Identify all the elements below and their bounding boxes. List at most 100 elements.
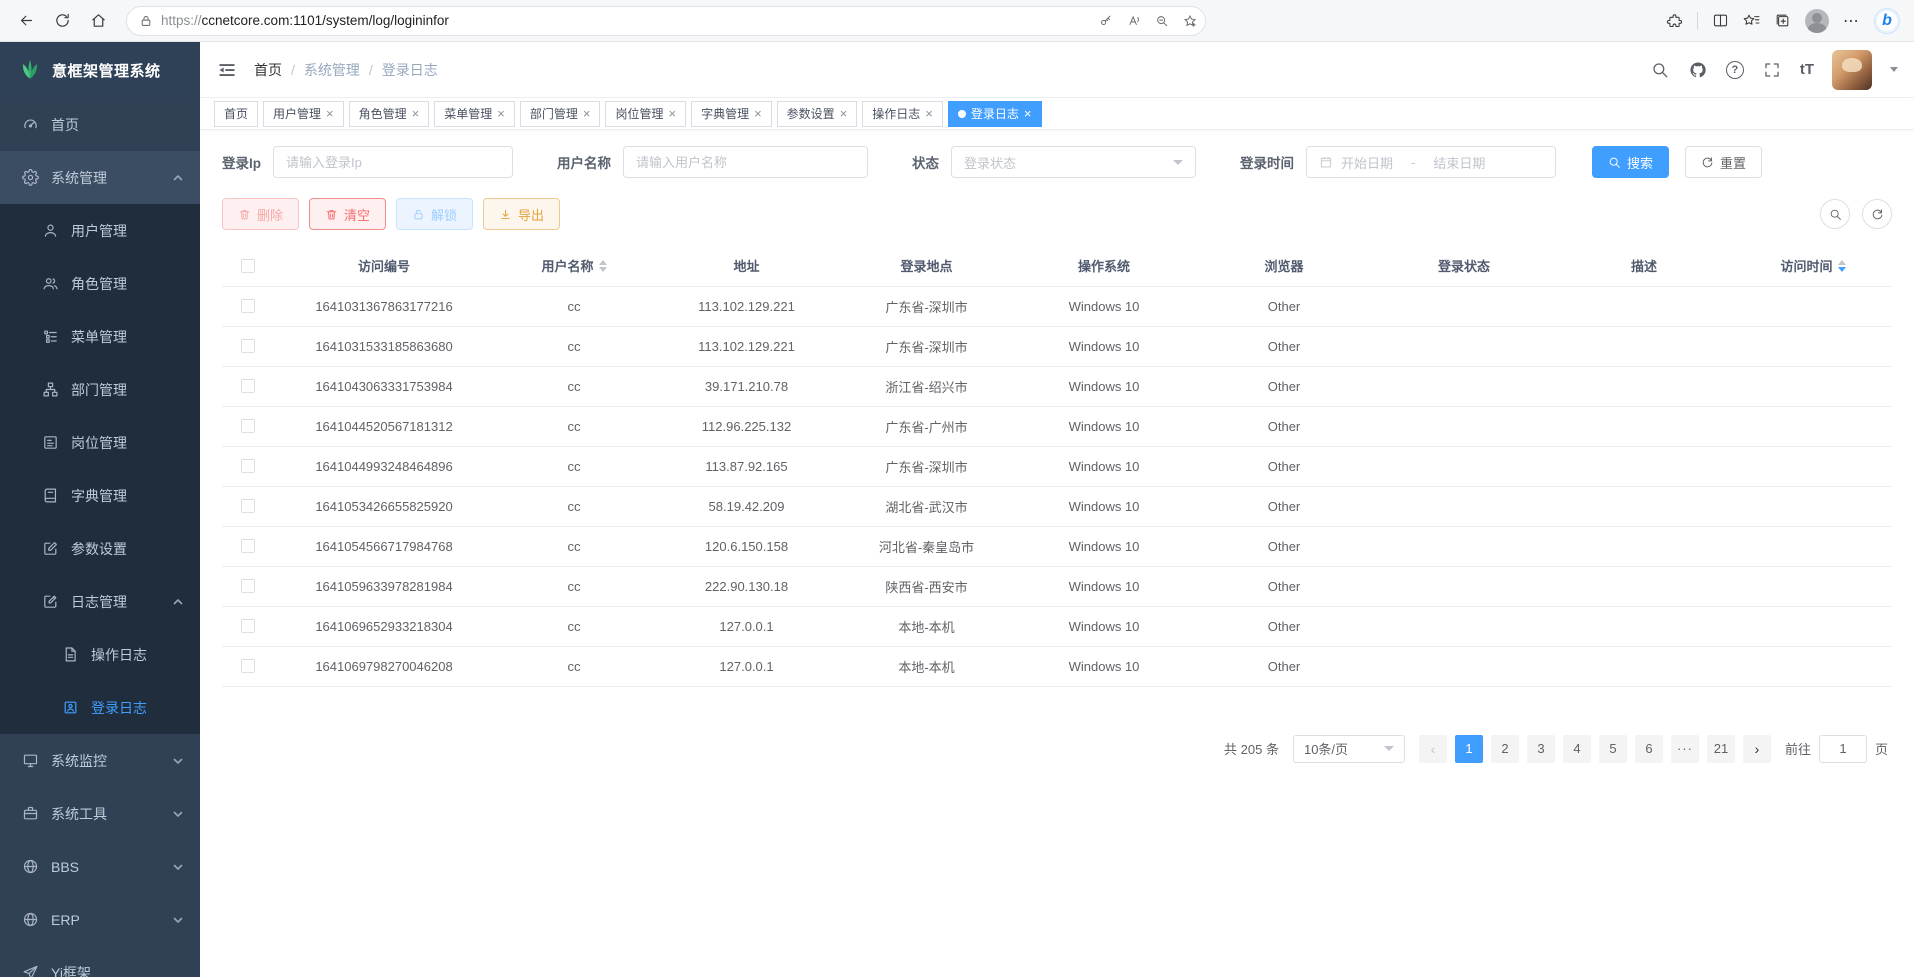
search-icon[interactable] — [1650, 60, 1670, 80]
row-checkbox[interactable] — [241, 659, 255, 673]
collapse-sidebar-icon[interactable] — [216, 59, 238, 81]
page-button-6[interactable]: 6 — [1635, 735, 1663, 763]
avatar[interactable] — [1832, 50, 1872, 90]
export-button[interactable]: 导出 — [483, 198, 560, 230]
select-all-checkbox[interactable] — [241, 259, 255, 273]
page-button-5[interactable]: 5 — [1599, 735, 1627, 763]
page-button-1[interactable]: 1 — [1455, 735, 1483, 763]
user-name-field[interactable] — [636, 155, 855, 170]
end-date-value[interactable]: 结束日期 — [1433, 153, 1485, 172]
page-button-3[interactable]: 3 — [1527, 735, 1555, 763]
read-aloud-icon[interactable] — [1127, 14, 1141, 28]
address-bar[interactable]: https://ccnetcore.com:1101/system/log/lo… — [126, 6, 1206, 36]
next-page-button[interactable]: › — [1743, 735, 1771, 763]
collections-icon[interactable] — [1774, 12, 1791, 29]
close-tag-icon[interactable]: × — [326, 107, 334, 120]
close-tag-icon[interactable]: × — [754, 107, 762, 120]
page-button-21[interactable]: 21 — [1707, 735, 1735, 763]
login-ip-input[interactable] — [273, 146, 513, 178]
page-size-select[interactable]: 10条/页 — [1293, 735, 1405, 763]
unlock-button[interactable]: 解锁 — [396, 198, 473, 230]
table-row[interactable]: 1641069798270046208cc127.0.0.1本地-本机Windo… — [222, 646, 1892, 686]
refresh-table-button[interactable] — [1862, 199, 1892, 229]
status-select[interactable]: 登录状态 — [951, 146, 1196, 178]
sidebar-item-param-settings[interactable]: 参数设置 — [0, 522, 200, 575]
tag-tab[interactable]: 字典管理 × — [691, 101, 772, 127]
user-name-input[interactable] — [623, 146, 868, 178]
tag-tab[interactable]: 登录日志 × — [948, 101, 1042, 127]
table-row[interactable]: 1641031367863177216cc113.102.129.221广东省-… — [222, 286, 1892, 326]
show-search-button[interactable] — [1820, 199, 1850, 229]
row-checkbox[interactable] — [241, 379, 255, 393]
row-checkbox[interactable] — [241, 619, 255, 633]
font-size-icon[interactable]: tT — [1800, 61, 1814, 78]
sidebar-item-log-mgmt[interactable]: 日志管理 — [0, 575, 200, 628]
more-pages-button[interactable]: ··· — [1671, 735, 1699, 763]
table-row[interactable]: 1641044520567181312cc112.96.225.132广东省-广… — [222, 406, 1892, 446]
key-icon[interactable] — [1099, 14, 1113, 28]
tag-tab[interactable]: 首页 — [214, 101, 258, 127]
sidebar-item-dict-mgmt[interactable]: 字典管理 — [0, 469, 200, 522]
favorites-icon[interactable] — [1743, 12, 1760, 29]
caret-down-icon[interactable] — [1890, 67, 1898, 72]
sidebar-item-user-mgmt[interactable]: 用户管理 — [0, 204, 200, 257]
goto-page-input[interactable] — [1819, 735, 1867, 763]
sidebar-item-system-monitor[interactable]: 系统监控 — [0, 734, 200, 787]
row-checkbox[interactable] — [241, 419, 255, 433]
back-icon[interactable] — [10, 5, 42, 37]
table-row[interactable]: 1641069652933218304cc127.0.0.1本地-本机Windo… — [222, 606, 1892, 646]
close-tag-icon[interactable]: × — [668, 107, 676, 120]
sort-carets-icon[interactable] — [599, 260, 607, 272]
sidebar-item-menu-mgmt[interactable]: 菜单管理 — [0, 310, 200, 363]
table-row[interactable]: 1641043063331753984cc39.171.210.78浙江省-绍兴… — [222, 366, 1892, 406]
table-row[interactable]: 1641053426655825920cc58.19.42.209湖北省-武汉市… — [222, 486, 1892, 526]
copilot-icon[interactable]: b — [1874, 8, 1900, 34]
sidebar-item-system-tools[interactable]: 系统工具 — [0, 787, 200, 840]
close-tag-icon[interactable]: × — [497, 107, 505, 120]
help-icon[interactable]: ? — [1726, 61, 1744, 79]
github-icon[interactable] — [1688, 60, 1708, 80]
more-icon[interactable]: ⋯ — [1843, 11, 1860, 31]
favorite-add-icon[interactable] — [1183, 14, 1197, 28]
close-tag-icon[interactable]: × — [1024, 107, 1032, 120]
page-button-4[interactable]: 4 — [1563, 735, 1591, 763]
column-header[interactable]: 用户名称 — [494, 246, 654, 286]
reset-button[interactable]: 重置 — [1685, 146, 1762, 178]
tag-tab[interactable]: 操作日志 × — [862, 101, 943, 127]
home-icon[interactable] — [82, 5, 114, 37]
refresh-icon[interactable] — [46, 5, 78, 37]
sidebar-item-home[interactable]: 首页 — [0, 98, 200, 151]
sidebar-item-erp[interactable]: ERP — [0, 893, 200, 946]
close-tag-icon[interactable]: × — [412, 107, 420, 120]
row-checkbox[interactable] — [241, 299, 255, 313]
prev-page-button[interactable]: ‹ — [1419, 735, 1447, 763]
zoom-out-icon[interactable] — [1155, 14, 1169, 28]
table-row[interactable]: 1641044993248464896cc113.87.92.165广东省-深圳… — [222, 446, 1892, 486]
profile-icon[interactable] — [1805, 9, 1829, 33]
table-row[interactable]: 1641054566717984768cc120.6.150.158河北省-秦皇… — [222, 526, 1892, 566]
sidebar-item-post-mgmt[interactable]: 岗位管理 — [0, 416, 200, 469]
split-screen-icon[interactable] — [1712, 12, 1729, 29]
row-checkbox[interactable] — [241, 579, 255, 593]
breadcrumb-item[interactable]: 首页 — [254, 60, 282, 80]
close-tag-icon[interactable]: × — [925, 107, 933, 120]
close-tag-icon[interactable]: × — [583, 107, 591, 120]
table-row[interactable]: 1641031533185863680cc113.102.129.221广东省-… — [222, 326, 1892, 366]
app-logo[interactable]: 意框架管理系统 — [0, 42, 200, 98]
sidebar-item-login-log[interactable]: 登录日志 — [0, 681, 200, 734]
tag-tab[interactable]: 部门管理 × — [520, 101, 601, 127]
row-checkbox[interactable] — [241, 499, 255, 513]
extensions-icon[interactable] — [1666, 12, 1683, 29]
clear-button[interactable]: 清空 — [309, 198, 386, 230]
sidebar-item-dept-mgmt[interactable]: 部门管理 — [0, 363, 200, 416]
tag-tab[interactable]: 角色管理 × — [349, 101, 430, 127]
fullscreen-icon[interactable] — [1762, 60, 1782, 80]
delete-button[interactable]: 删除 — [222, 198, 299, 230]
date-range-picker[interactable]: 开始日期 - 结束日期 — [1306, 146, 1556, 178]
start-date-value[interactable]: 开始日期 — [1341, 153, 1393, 172]
sidebar-item-role-mgmt[interactable]: 角色管理 — [0, 257, 200, 310]
sort-carets-icon[interactable] — [1838, 260, 1846, 272]
sidebar-item-bbs[interactable]: BBS — [0, 840, 200, 893]
sidebar-item-yi-framework[interactable]: Yi框架 — [0, 946, 200, 977]
close-tag-icon[interactable]: × — [840, 107, 848, 120]
